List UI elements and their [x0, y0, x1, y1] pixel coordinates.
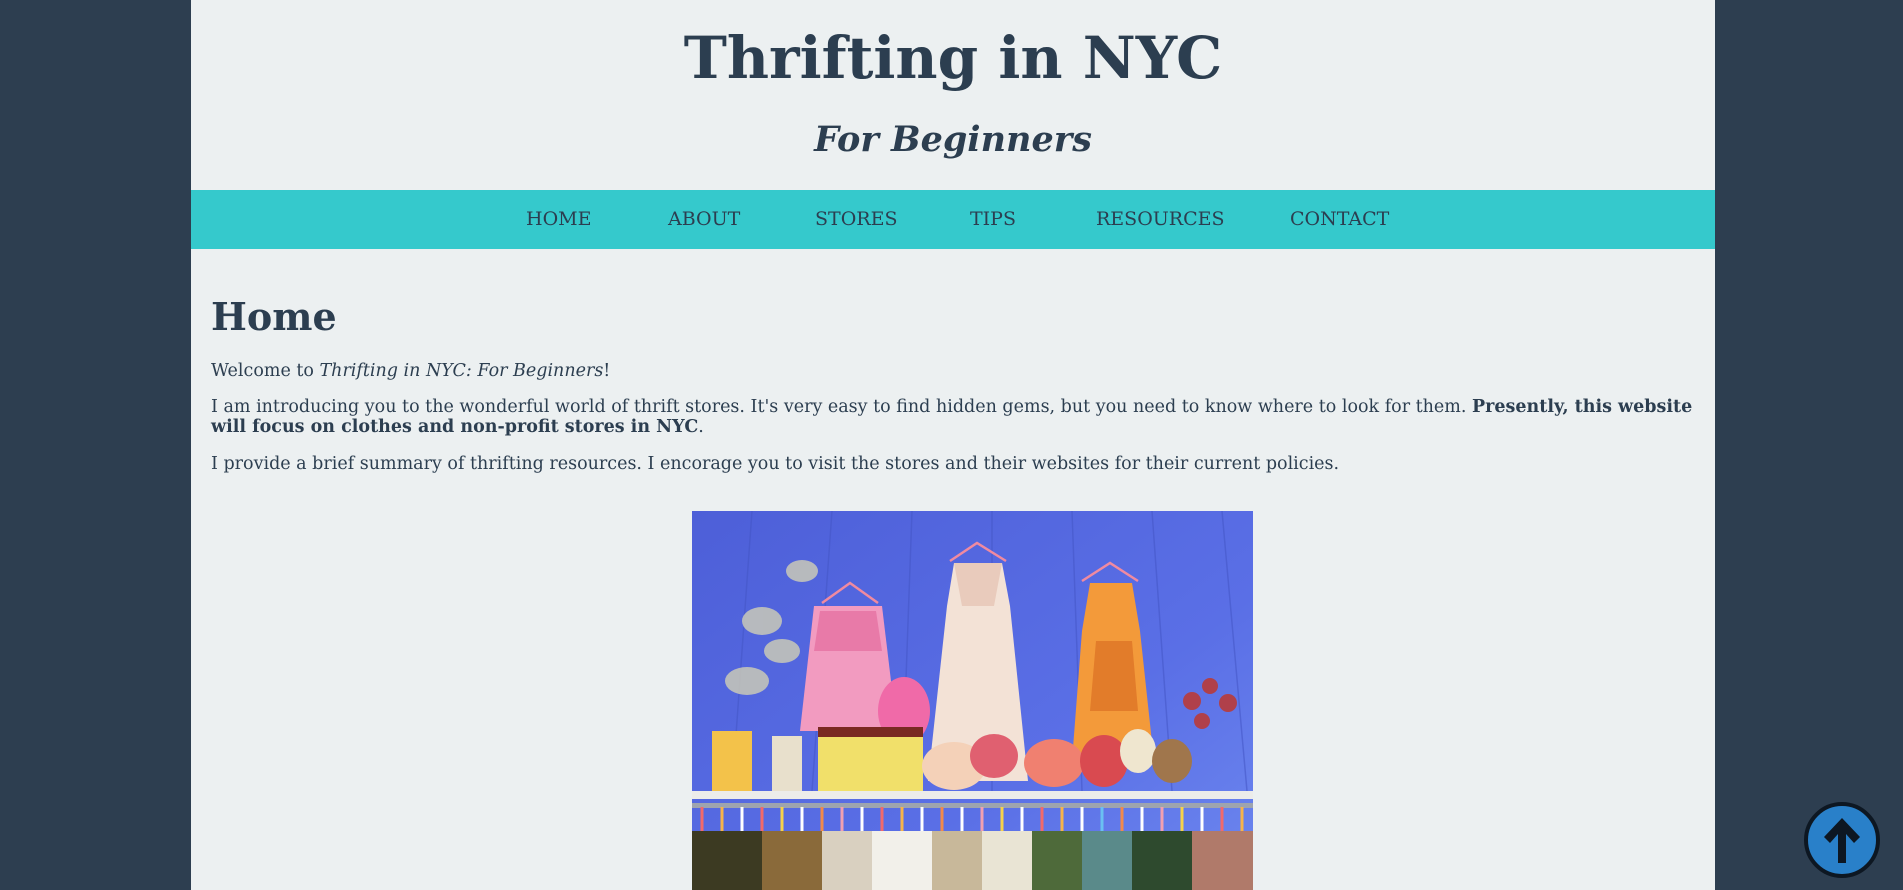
nav-home-link[interactable]: HOME	[526, 190, 591, 249]
hero-image	[692, 511, 1253, 890]
site-subtitle: For Beginners	[814, 119, 1092, 160]
site-header: Thrifting in NYC For Beginners	[191, 0, 1715, 190]
welcome-prefix: Welcome to	[211, 361, 320, 381]
welcome-site-name: Thrifting in NYC: For Beginners	[319, 361, 604, 381]
page-container: Thrifting in NYC For Beginners HOME ABOU…	[191, 0, 1715, 890]
main-nav: HOME ABOUT STORES TIPS RESOURCES CONTACT	[191, 190, 1715, 249]
arrow-up-icon	[1824, 818, 1860, 863]
summary-paragraph: I provide a brief summary of thrifting r…	[211, 454, 1340, 474]
nav-tips-link[interactable]: TIPS	[970, 190, 1016, 249]
nav-about-link[interactable]: ABOUT	[668, 190, 740, 249]
back-to-top-button[interactable]	[1804, 802, 1880, 878]
welcome-suffix: !	[603, 361, 611, 381]
nav-resources-link[interactable]: RESOURCES	[1096, 190, 1225, 249]
intro-paragraph: I am introducing you to the wonderful wo…	[211, 397, 1695, 437]
intro-text: I am introducing you to the wonderful wo…	[211, 397, 1473, 417]
nav-contact-link[interactable]: CONTACT	[1290, 190, 1389, 249]
nav-stores-link[interactable]: STORES	[815, 190, 897, 249]
page-heading: Home	[211, 294, 337, 339]
welcome-paragraph: Welcome to Thrifting in NYC: For Beginne…	[211, 361, 1695, 381]
site-title: Thrifting in NYC	[683, 24, 1223, 92]
intro-end: .	[698, 417, 704, 437]
